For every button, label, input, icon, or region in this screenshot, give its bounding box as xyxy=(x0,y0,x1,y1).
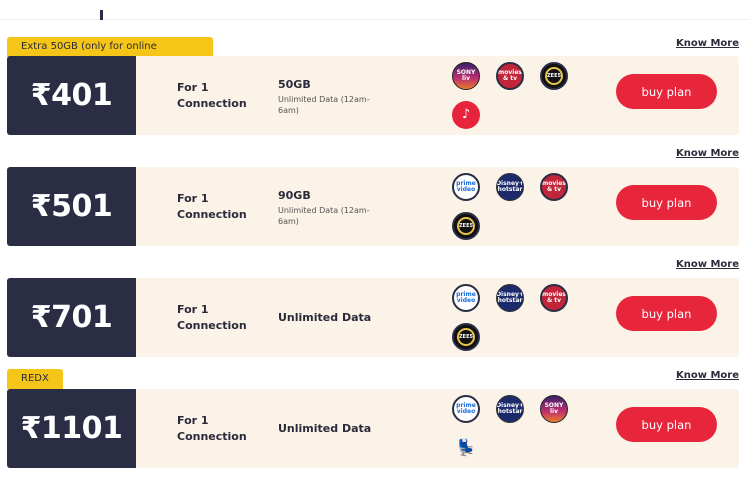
know-more-link[interactable]: Know More xyxy=(676,38,739,49)
movies-and-tv-icon: movies & tv xyxy=(540,284,568,312)
data-note: Unlimited Data (12am-6am) xyxy=(278,206,370,226)
connection-line-2: Connection xyxy=(177,319,247,332)
zee5-icon: ZEE5 xyxy=(540,62,568,90)
sony-liv-icon: SONY liv xyxy=(452,62,480,90)
plan-card: ₹501 For 1 Connection 90GB Unlimited Dat… xyxy=(7,167,739,246)
connection-line-1: For 1 xyxy=(177,303,209,316)
plan-card: ₹701 For 1 Connection Unlimited Data pri… xyxy=(7,278,739,357)
data-amount: Unlimited Data xyxy=(278,311,372,324)
plan-price: ₹701 xyxy=(7,278,136,357)
connection-line-2: Connection xyxy=(177,208,247,221)
disney-hotstar-icon: Disney+ hotstar xyxy=(496,395,524,423)
zee5-icon: ZEE5 xyxy=(452,323,480,351)
disney-hotstar-icon: Disney+ hotstar xyxy=(496,284,524,312)
data-note: Unlimited Data (12am-6am) xyxy=(278,95,370,115)
connection-info: For 1 Connection xyxy=(177,413,247,445)
data-amount: 90GB xyxy=(278,189,311,202)
connection-info: For 1 Connection xyxy=(177,191,247,223)
know-more-link[interactable]: Know More xyxy=(676,370,739,381)
offer-badge: Extra 50GB (only for online purchases) xyxy=(7,37,213,72)
buy-plan-button[interactable]: buy plan xyxy=(616,185,717,220)
music-icon: ♪ xyxy=(452,101,480,129)
buy-plan-button[interactable]: buy plan xyxy=(616,407,717,442)
know-more-link[interactable]: Know More xyxy=(676,148,739,159)
buy-plan-button[interactable]: buy plan xyxy=(616,296,717,331)
data-amount: Unlimited Data xyxy=(278,422,372,435)
header-fragment xyxy=(100,10,103,20)
connection-line-2: Connection xyxy=(177,97,247,110)
connection-line-1: For 1 xyxy=(177,192,209,205)
data-info: 90GB Unlimited Data (12am-6am) xyxy=(278,189,378,227)
movies-and-tv-icon: movies & tv xyxy=(496,62,524,90)
plan-card: ₹401 For 1 Connection 50GB Unlimited Dat… xyxy=(7,56,739,135)
connection-line-2: Connection xyxy=(177,430,247,443)
data-info: Unlimited Data xyxy=(278,311,378,325)
plan-price: ₹1101 xyxy=(7,389,136,468)
plan-price: ₹401 xyxy=(7,56,136,135)
data-info: 50GB Unlimited Data (12am-6am) xyxy=(278,78,378,116)
prime-video-icon: prime video xyxy=(452,395,480,423)
connection-info: For 1 Connection xyxy=(177,302,247,334)
connection-info: For 1 Connection xyxy=(177,80,247,112)
connection-line-1: For 1 xyxy=(177,414,209,427)
sony-liv-icon: SONY liv xyxy=(540,395,568,423)
data-amount: 50GB xyxy=(278,78,311,91)
zee5-icon: ZEE5 xyxy=(452,212,480,240)
prime-video-icon: prime video xyxy=(452,284,480,312)
redx-badge: REDX xyxy=(7,369,63,389)
movies-and-tv-icon: movies & tv xyxy=(540,173,568,201)
buy-plan-button[interactable]: buy plan xyxy=(616,74,717,109)
plan-price: ₹501 xyxy=(7,167,136,246)
disney-hotstar-icon: Disney+ hotstar xyxy=(496,173,524,201)
know-more-link[interactable]: Know More xyxy=(676,259,739,270)
prime-video-icon: prime video xyxy=(452,173,480,201)
connection-line-1: For 1 xyxy=(177,81,209,94)
plan-card: ₹1101 For 1 Connection Unlimited Data pr… xyxy=(7,389,739,468)
data-info: Unlimited Data xyxy=(278,422,378,436)
lounge-seat-icon: 💺 xyxy=(456,438,476,457)
top-strip xyxy=(0,0,750,20)
